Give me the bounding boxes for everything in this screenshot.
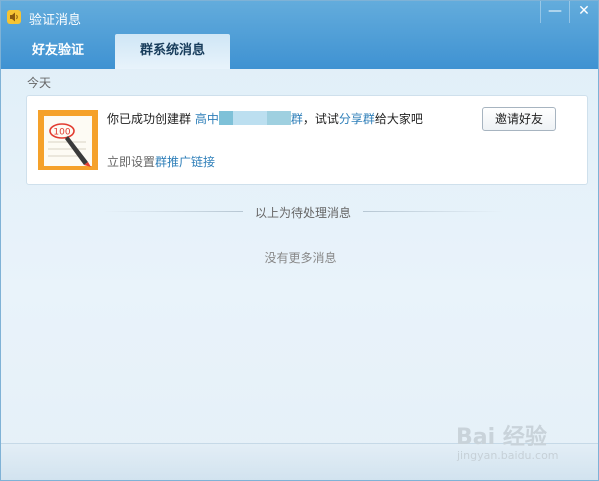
divider-text: 以上为待处理消息: [254, 206, 351, 220]
divider-line: [363, 211, 503, 212]
message-prefix: 你已成功创建群: [107, 112, 192, 126]
pending-divider: 以上为待处理消息: [103, 204, 503, 220]
group-promo-link[interactable]: 群推广链接: [155, 155, 215, 169]
share-group-link[interactable]: 分享群: [339, 112, 375, 126]
redacted-block: [218, 111, 233, 125]
message-suffix: 给大家吧: [374, 112, 423, 126]
tab-friend-verification[interactable]: 好友验证: [1, 34, 115, 69]
group-name-start: 高中: [194, 112, 219, 126]
redacted-block: [266, 111, 291, 125]
tab-group-system-messages[interactable]: 群系统消息: [115, 34, 230, 69]
message-text: 你已成功创建群 高中 群，试试分享群给大家吧: [107, 110, 423, 127]
speaker-icon: [7, 10, 21, 24]
promo-prefix: 立即设置: [107, 155, 156, 169]
close-button[interactable]: ✕: [569, 1, 598, 23]
promo-text: 立即设置群推广链接: [107, 153, 215, 170]
watermark-url: jingyan.baidu.com: [457, 449, 559, 462]
notepad-icon: 100: [38, 110, 98, 170]
note-score-text: 100: [53, 128, 70, 138]
baidu-watermark: Bai 经验 jingyan.baidu.com: [456, 419, 576, 471]
minimize-button[interactable]: —: [540, 1, 569, 23]
window-controls: — ✕: [540, 1, 598, 23]
message-middle: ，试试: [302, 112, 339, 126]
redacted-block: [232, 111, 267, 125]
tab-bar: 好友验证 群系统消息: [1, 34, 230, 69]
title-bar: 验证消息 — ✕ 好友验证 群系统消息: [1, 1, 598, 69]
watermark-brand: Bai 经验: [456, 425, 547, 450]
group-name-end: 群: [290, 112, 303, 126]
group-name-link[interactable]: 高中 群: [194, 111, 303, 126]
message-card: 100 你已成功创建群 高中 群，试试分享群给大家吧 邀请好友 立即设置群推广链接: [26, 95, 588, 185]
date-section-label: 今天: [27, 76, 52, 90]
verification-messages-window: 验证消息 — ✕ 好友验证 群系统消息 今天 100 你已成功创建群 高中 群，…: [0, 0, 599, 481]
invite-friends-button[interactable]: 邀请好友: [482, 107, 556, 131]
window-title: 验证消息: [29, 13, 82, 28]
no-more-messages-text: 没有更多消息: [264, 251, 337, 265]
